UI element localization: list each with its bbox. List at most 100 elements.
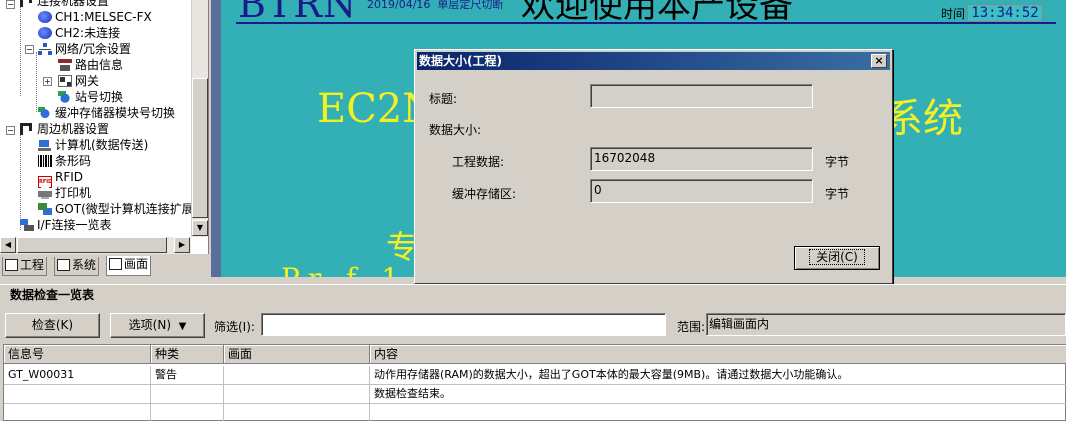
column-header-screen[interactable]: 画面 [224, 345, 370, 364]
tree-item-label: 计算机(数据传送) [55, 138, 149, 152]
dialog-title-bar[interactable]: 数据大小(工程) × [417, 52, 890, 70]
station-switch-icon [58, 91, 72, 103]
tree-collapse-toggle[interactable]: − [6, 126, 15, 135]
options-button-label: 选项(N) [128, 318, 171, 332]
channel-icon [38, 27, 52, 39]
tab-system[interactable]: 系统 [54, 257, 100, 276]
screen-clock-label[interactable]: 时间 [941, 5, 965, 22]
tree-item-gateway[interactable]: 网关 [58, 73, 99, 89]
check-button[interactable]: 检查(K) [5, 313, 100, 338]
tree-item-got[interactable]: GOT(微型计算机连接扩展 [38, 201, 194, 217]
cell-id: GT_W00031 [4, 366, 151, 385]
tree-expand-toggle[interactable]: + [43, 77, 52, 86]
cell-id [4, 404, 151, 421]
data-size-dialog: 数据大小(工程) × 标题: 数据大小: 工程数据: 16702048 字节 缓… [414, 49, 893, 284]
interface-list-icon [20, 219, 34, 231]
floor-note: 单层定尺切断 [437, 0, 504, 11]
printer-icon [38, 187, 52, 199]
cell-content: 动作用存储器(RAM)的数据大小，超出了GOT本体的最大容量(9MB)。请通过数… [370, 366, 1066, 385]
screen-date-text[interactable]: 2019/04/16 单层定尺切断 [367, 0, 503, 12]
screen-clock-display[interactable]: 13:34:52 [967, 4, 1043, 22]
tree-item-rfid[interactable]: RFID RFID [38, 169, 84, 188]
tree-item-if-list[interactable]: I/F连接一览表 [20, 217, 112, 233]
cell-screen [224, 404, 370, 421]
check-results-table: 信息号 种类 画面 内容 GT_W00031 警告 动作用存储器(RAM)的数据… [3, 344, 1066, 421]
tab-label: 画面 [124, 257, 149, 271]
tree-vertical-scrollbar[interactable]: ▼ [191, 0, 208, 237]
range-field[interactable]: 编辑画面内 [706, 313, 1066, 336]
scrollbar-thumb[interactable] [192, 78, 208, 218]
tree-item-barcode[interactable]: 条形码 [38, 153, 91, 169]
tree-item-ch1[interactable]: CH1:MELSEC-FX [38, 9, 152, 25]
buffer-memory-icon [38, 107, 52, 119]
column-header-id[interactable]: 信息号 [4, 345, 151, 364]
screen-bottom-text[interactable]: Pr f 1 [281, 262, 407, 277]
tree-item-label: 缓冲存储器模块号切换 [55, 106, 176, 120]
tree-connector [36, 52, 37, 112]
tree-item-connection-settings[interactable]: 连接机器设置 [20, 0, 109, 9]
tree-item-label: CH1:MELSEC-FX [55, 10, 152, 24]
title-field [590, 84, 813, 108]
cell-kind: 警告 [151, 366, 224, 385]
cell-screen [224, 385, 370, 404]
tab-label: 工程 [20, 258, 45, 272]
tree-item-label: CH2:未连接 [55, 26, 121, 40]
project-data-label: 工程数据: [452, 155, 505, 169]
tree-item-routing[interactable]: 路由信息 [58, 57, 123, 73]
tree-item-ch2[interactable]: CH2:未连接 [38, 25, 120, 41]
tree-horizontal-scrollbar[interactable]: ◀ ▶ [0, 237, 191, 254]
cell-content: 数据检查结束。 [370, 385, 1066, 404]
tree-item-label: 打印机 [55, 186, 92, 200]
column-header-kind[interactable]: 种类 [151, 345, 224, 364]
check-panel-title: 数据检查一览表 [0, 284, 1066, 304]
options-button[interactable]: 选项(N) ▼ [110, 313, 205, 338]
tree-connector [20, 6, 21, 96]
buffer-label: 缓冲存储区: [452, 187, 517, 201]
tree-item-label: 周边机器设置 [37, 122, 110, 136]
tree-collapse-toggle[interactable]: − [25, 45, 34, 54]
tree-item-peripheral[interactable]: 周边机器设置 [20, 121, 109, 137]
check-toolbar: 检查(K) 选项(N) ▼ 筛选(I): 范围: 编辑画面内 [0, 309, 1066, 341]
buffer-unit: 字节 [825, 187, 850, 201]
tree-item-buffer-memory[interactable]: 缓冲存储器模块号切换 [38, 105, 175, 121]
dropdown-arrow-icon: ▼ [178, 321, 187, 332]
project-data-unit: 字节 [825, 155, 850, 169]
tree-item-station-switch[interactable]: 站号切换 [58, 89, 123, 105]
project-tab-icon [5, 259, 18, 271]
tab-project[interactable]: 工程 [2, 257, 48, 276]
barcode-icon [38, 155, 52, 167]
tab-screen[interactable]: 画面 [106, 256, 152, 276]
connection-icon [20, 0, 34, 7]
tree-item-computer[interactable]: 计算机(数据传送) [38, 137, 148, 153]
filter-input[interactable] [261, 313, 666, 336]
screen-welcome-text[interactable]: 欢迎使用本产设备 [521, 0, 793, 27]
scroll-left-arrow-icon[interactable]: ◀ [0, 237, 16, 253]
tree-item-printer[interactable]: 打印机 [38, 185, 91, 201]
range-label: 范围: [677, 320, 706, 334]
gateway-icon [58, 75, 72, 87]
scroll-down-arrow-icon[interactable]: ▼ [192, 220, 208, 236]
close-icon[interactable]: × [871, 54, 887, 68]
data-size-label: 数据大小: [429, 123, 482, 137]
tree-item-network[interactable]: 网络/冗余设置 [38, 41, 131, 57]
date-value: 2019/04/16 [367, 0, 431, 11]
scroll-right-arrow-icon[interactable]: ▶ [174, 237, 190, 253]
peripheral-icon [20, 123, 34, 135]
project-tree-panel: − 连接机器设置 CH1:MELSEC-FX CH2:未连接 − 网络/冗余设置… [0, 0, 209, 254]
system-tab-icon [57, 259, 70, 271]
close-button[interactable]: 关闭(C) [794, 246, 880, 270]
tab-label: 系统 [72, 258, 97, 272]
cell-kind [151, 385, 224, 404]
cell-screen [224, 366, 370, 385]
cell-content [370, 404, 1066, 421]
tree-item-label: GOT(微型计算机连接扩展 [55, 202, 194, 216]
project-data-field: 16702048 [590, 147, 813, 171]
tree-item-label: 网关 [75, 74, 100, 88]
screen-system-title-right[interactable]: 系统 [883, 86, 963, 144]
tree-item-label: RFID [55, 170, 84, 184]
tree-collapse-toggle[interactable]: − [6, 0, 15, 9]
screen-tab-icon [109, 258, 122, 270]
tree-connector [20, 130, 21, 230]
column-header-content[interactable]: 内容 [370, 345, 1066, 364]
scrollbar-thumb[interactable] [17, 237, 167, 253]
